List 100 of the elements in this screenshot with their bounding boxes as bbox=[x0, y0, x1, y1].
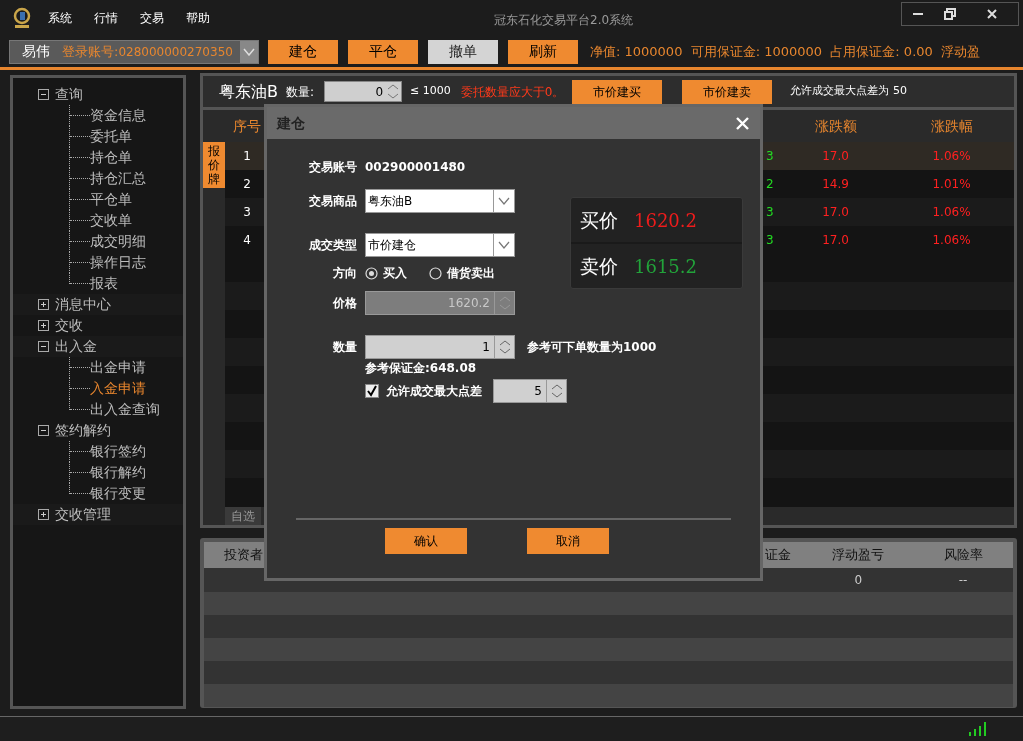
collapse-icon[interactable] bbox=[38, 89, 49, 100]
tree-item[interactable]: 银行变更 bbox=[90, 483, 146, 504]
product-dropdown[interactable]: 粤东油B bbox=[365, 189, 515, 213]
close-button[interactable] bbox=[734, 115, 750, 131]
spread-note: 允许成交最大点差为 50 bbox=[790, 83, 907, 100]
quantity-spinner[interactable]: 0 bbox=[324, 81, 403, 102]
column-header: 风险率 bbox=[942, 546, 984, 565]
tree-item[interactable]: 入金申请 bbox=[90, 378, 146, 399]
tree-item[interactable]: 签约解约 bbox=[55, 420, 111, 441]
chevron-down-icon bbox=[498, 241, 510, 249]
tree-item[interactable]: 报表 bbox=[90, 273, 118, 294]
quote-label: 卖价 bbox=[580, 253, 618, 279]
account-number: 002900001480 bbox=[365, 159, 466, 176]
expand-icon[interactable] bbox=[38, 509, 49, 520]
menu-item[interactable]: 行情 bbox=[94, 9, 118, 27]
column-header: 投资者 bbox=[223, 546, 264, 565]
toolbar-button[interactable]: 建仓 bbox=[268, 39, 338, 64]
table-cell-text: 1.06% bbox=[931, 232, 972, 249]
menu-item[interactable]: 帮助 bbox=[186, 9, 210, 27]
chevron-down-icon bbox=[498, 197, 510, 205]
column-header: 序号 bbox=[232, 116, 262, 136]
table-cell-text: -- bbox=[957, 572, 969, 589]
tree-item[interactable]: 操作日志 bbox=[90, 252, 146, 273]
tree-item[interactable]: 查询 bbox=[55, 84, 83, 105]
user-name: 易伟 bbox=[21, 42, 51, 61]
account-label: 登录账号: bbox=[62, 42, 119, 61]
tree-item[interactable]: 持仓汇总 bbox=[90, 168, 146, 189]
table-cell-text: 3 bbox=[766, 148, 775, 165]
collapse-icon[interactable] bbox=[38, 341, 49, 352]
spread-checkbox[interactable]: 允许成交最大点差 bbox=[365, 382, 482, 400]
margin-text: 参考保证金:648.08 bbox=[365, 360, 477, 377]
tree-item[interactable]: 持仓单 bbox=[90, 147, 132, 168]
close-icon bbox=[735, 116, 749, 130]
toolbar-button[interactable]: 刷新 bbox=[508, 39, 578, 64]
chevron-down-icon bbox=[243, 47, 255, 56]
dialog-button[interactable]: 取消 bbox=[527, 528, 609, 554]
table-cell-text: 17.0 bbox=[821, 204, 850, 221]
row-number: 4 bbox=[242, 232, 252, 249]
column-header: 证金 bbox=[765, 546, 793, 565]
table-cell-text: 3 bbox=[766, 232, 775, 249]
order-button[interactable]: 市价建卖 bbox=[682, 79, 773, 104]
expand-icon[interactable] bbox=[38, 299, 49, 310]
table-cell-text: 1.06% bbox=[931, 148, 972, 165]
table-cell-text: 1.01% bbox=[931, 176, 972, 193]
quantity-label: 数量: bbox=[286, 83, 315, 101]
tree-item[interactable]: 出金申请 bbox=[90, 357, 146, 378]
order-type-dropdown[interactable]: 市价建仓 bbox=[365, 233, 515, 257]
tree-item[interactable]: 交收单 bbox=[90, 210, 132, 231]
field-label: 数量 bbox=[332, 339, 358, 356]
field-label: 成交类型 bbox=[308, 237, 358, 254]
quantity-limit: ≤ 1000 bbox=[410, 83, 451, 100]
field-label: 方向 bbox=[332, 265, 358, 282]
expand-icon[interactable] bbox=[38, 320, 49, 331]
tree-item[interactable]: 资金信息 bbox=[90, 105, 146, 126]
spinner-arrows-icon bbox=[497, 338, 512, 356]
product-name: 粤东油B bbox=[219, 80, 278, 103]
order-button[interactable]: 市价建买 bbox=[572, 79, 663, 104]
column-header: 涨跌幅 bbox=[929, 116, 974, 136]
tree-item[interactable]: 银行签约 bbox=[90, 441, 146, 462]
tree-item[interactable]: 平仓单 bbox=[90, 189, 132, 210]
tree-item[interactable]: 银行解约 bbox=[90, 462, 146, 483]
spinner-arrows-icon bbox=[549, 382, 564, 400]
window-title: 冠东石化交易平台2.0系统 bbox=[494, 12, 634, 29]
dialog-button[interactable]: 确认 bbox=[385, 528, 467, 554]
row-number: 2 bbox=[242, 176, 252, 193]
table-cell-text: 17.0 bbox=[821, 148, 850, 165]
tree-item[interactable]: 委托单 bbox=[90, 126, 132, 147]
table-cell-text: 2 bbox=[766, 176, 775, 193]
table-cell-text: 17.0 bbox=[821, 232, 850, 249]
quote-board-tab[interactable]: 报价牌 bbox=[203, 142, 225, 188]
table-cell-text: 14.9 bbox=[821, 176, 850, 193]
watchlist-tab[interactable]: 自选 bbox=[225, 507, 261, 525]
direction-radio[interactable]: 借货卖出 bbox=[429, 264, 495, 282]
quantity-hint: 参考可下单数量为1000 bbox=[527, 339, 657, 356]
restore-icon bbox=[944, 8, 956, 20]
collapse-icon[interactable] bbox=[38, 425, 49, 436]
tree-item[interactable]: 出入金查询 bbox=[90, 399, 160, 420]
tree-item[interactable]: 成交明细 bbox=[90, 231, 146, 252]
quote-price: 1615.2 bbox=[634, 254, 697, 279]
quantity-spinner[interactable]: 1 bbox=[365, 335, 515, 359]
spread-spinner[interactable]: 5 bbox=[493, 379, 567, 403]
menu-item[interactable]: 交易 bbox=[140, 9, 164, 27]
tree-item[interactable]: 交收 bbox=[55, 315, 83, 336]
toolbar-button[interactable]: 平仓 bbox=[348, 39, 418, 64]
table-cell-text: 0 bbox=[853, 572, 863, 589]
quote-price: 1620.2 bbox=[634, 208, 697, 233]
spinner-arrows-icon bbox=[497, 294, 512, 312]
account-summary: 净值: 1000000 可用保证金: 1000000 占用保证金: 0.00 浮动盈 bbox=[590, 42, 981, 61]
field-label: 交易商品 bbox=[308, 193, 358, 210]
warning-text: 委托数量应大于0。 bbox=[460, 83, 565, 101]
direction-radio[interactable]: 买入 bbox=[365, 264, 407, 282]
dialog-title: 建仓 bbox=[277, 113, 305, 133]
menu-item[interactable]: 系统 bbox=[48, 9, 72, 27]
account-number: 028000000270350 bbox=[118, 43, 234, 61]
table-cell-text: 1.06% bbox=[931, 204, 972, 221]
logo-icon bbox=[12, 7, 32, 29]
table-cell-text: 3 bbox=[766, 204, 775, 221]
quote-label: 买价 bbox=[580, 207, 618, 233]
account-dropdown[interactable]: 易伟 登录账号:028000000270350 bbox=[9, 39, 259, 64]
column-header: 涨跌额 bbox=[813, 116, 858, 136]
